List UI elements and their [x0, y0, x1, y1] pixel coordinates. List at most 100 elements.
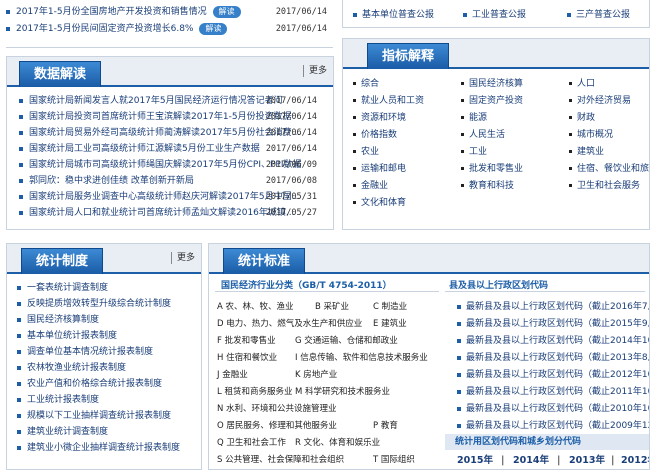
article-row[interactable]: 国家统计局人口和就业统计司首席统计师孟灿文解读2016年城镇... 2017/05… — [19, 205, 323, 221]
system-item[interactable]: 建筑业小微企业抽样调查统计报表制度 — [17, 440, 191, 456]
county-code-link[interactable]: 最新县及县以上行政区划代码（截止2011年10月31日） — [457, 386, 649, 398]
industry-code[interactable]: N 水利、环境和公共设施管理业 — [217, 403, 337, 415]
system-item[interactable]: 工业统计报表制度 — [17, 392, 191, 408]
more-link[interactable]: 更多 — [302, 65, 327, 77]
year-link[interactable]: 2015年 — [457, 452, 493, 469]
industry-code[interactable]: P 教育 — [373, 420, 398, 432]
industry-code[interactable]: B 采矿业 — [315, 301, 349, 313]
more-link[interactable]: 更多 — [170, 252, 195, 264]
county-code-link[interactable]: 最新县及县以上行政区划代码（截止2009年12月31日） — [457, 420, 649, 432]
article-row[interactable]: 郭同欣：稳中求进创佳绩 改革创新开新局 2017/06/08 — [19, 173, 323, 189]
article-row[interactable]: 国家统计局工业司高级统计师江源解读5月份工业生产数据 2017/06/14 — [19, 141, 323, 157]
bullet-icon — [461, 184, 464, 187]
industry-code[interactable]: J 金融业 — [217, 369, 248, 381]
bullet-icon — [17, 301, 21, 306]
indicator-link[interactable]: 教育和科技 — [461, 179, 571, 193]
system-item[interactable]: 农业产值和价格综合统计报表制度 — [17, 376, 191, 392]
industry-code[interactable]: A 农、林、牧、渔业 — [217, 301, 294, 313]
industry-code[interactable]: D 电力、热力、燃气及水生产和供应业 — [217, 318, 362, 330]
system-item[interactable]: 国民经济核算制度 — [17, 312, 191, 328]
indicator-link[interactable]: 对外经济贸易 — [569, 94, 649, 108]
interpret-badge[interactable]: 解读 — [199, 23, 228, 35]
industry-code[interactable]: K 房地产业 — [295, 369, 337, 381]
indicator-link[interactable]: 价格指数 — [353, 128, 463, 142]
indicator-link[interactable]: 工业 — [461, 145, 571, 159]
industry-code[interactable]: C 制造业 — [373, 301, 407, 313]
industry-code[interactable]: O 居民服务、修理和其他服务业 — [217, 420, 337, 432]
industry-code[interactable]: E 建筑业 — [373, 318, 407, 330]
indicator-link[interactable]: 文化和体育 — [353, 196, 463, 210]
census-link[interactable]: 基本单位普查公报 — [353, 8, 434, 22]
industry-code[interactable]: S 公共管理、社会保障和社会组织 — [217, 454, 344, 466]
system-item[interactable]: 规模以下工业抽样调查统计报表制度 — [17, 408, 191, 424]
bullet-icon — [569, 167, 572, 170]
county-code-link[interactable]: 最新县及县以上行政区划代码（截止2016年7月31日） — [457, 301, 649, 313]
indicator-link[interactable]: 建筑业 — [569, 145, 649, 159]
rural-code-header[interactable]: 统计用区划代码和城乡划分代码 — [445, 434, 649, 450]
industry-code[interactable]: H 住宿和餐饮业 — [217, 352, 277, 364]
indicator-link[interactable]: 运输和邮电 — [353, 162, 463, 176]
census-link[interactable]: 工业普查公报 — [463, 8, 526, 22]
county-code-link[interactable]: 最新县及县以上行政区划代码（截止2014年10月31日） — [457, 335, 649, 347]
interpret-badge[interactable]: 解读 — [212, 6, 241, 18]
county-code-link[interactable]: 最新县及县以上行政区划代码（截止2015年9月30日） — [457, 318, 649, 330]
indicator-link[interactable]: 批发和零售业 — [461, 162, 571, 176]
rural-code-title[interactable]: 统计用区划代码和城乡划分代码 — [455, 437, 581, 447]
bullet-icon — [353, 99, 356, 102]
county-code-link[interactable]: 最新县及县以上行政区划代码（截止2010年10月31日） — [457, 403, 649, 415]
bullet-icon — [353, 12, 357, 17]
article-row[interactable]: 国家统计局贸易外经司高级统计师蔺涛解读2017年5月份社会消费... 2017/0… — [19, 125, 323, 141]
indicator-link[interactable]: 卫生和社会服务 — [569, 179, 649, 193]
industry-code[interactable]: F 批发和零售业 — [217, 335, 276, 347]
article-row[interactable]: 国家统计局服务业调查中心高级统计师赵庆河解读2017年5月中国... 2017/0… — [19, 189, 323, 205]
year-link[interactable]: 2014年 — [513, 452, 549, 469]
bullet-icon — [569, 133, 572, 136]
indicator-link[interactable]: 国民经济核算 — [461, 77, 571, 91]
year-link[interactable]: 2013年 — [569, 452, 605, 469]
indicator-link[interactable]: 能源 — [461, 111, 571, 125]
indicator-link[interactable]: 城市概况 — [569, 128, 649, 142]
year-link[interactable]: 2012年 — [621, 452, 649, 469]
county-code-link[interactable]: 最新县及县以上行政区划代码（截止2013年8月31日） — [457, 352, 649, 364]
bullet-icon — [17, 429, 21, 434]
industry-code[interactable]: R 文化、体育和娱乐业 — [295, 437, 380, 449]
article-row[interactable]: 国家统计局新闻发言人就2017年5月国民经济运行情况答记者问 2017/06/14 — [19, 93, 323, 109]
indicator-link[interactable]: 金融业 — [353, 179, 463, 193]
bullet-icon — [353, 201, 356, 204]
bullet-icon — [457, 338, 461, 343]
indicator-link[interactable]: 住宿、餐饮业和旅游 — [569, 162, 649, 176]
indicator-link[interactable]: 农业 — [353, 145, 463, 159]
bullet-icon — [463, 12, 467, 17]
indicator-link[interactable]: 综合 — [353, 77, 463, 91]
article-row[interactable]: 国家统计局投资司首席统计师王宝滨解读2017年1-5月份投资数据 2017/06/… — [19, 109, 323, 125]
system-item[interactable]: 反映提质增效转型升级综合统计制度 — [17, 296, 191, 312]
bullet-icon — [569, 150, 572, 153]
news-row[interactable]: 2017年1-5月份民间固定资产投资增长6.8% 解读 2017/06/14 — [6, 21, 333, 37]
industry-code[interactable]: T 国际组织 — [373, 454, 415, 466]
county-code-title[interactable]: 县及县以上行政区划代码 — [449, 278, 548, 291]
system-item[interactable]: 建筑业统计调查制度 — [17, 424, 191, 440]
system-item[interactable]: 基本单位统计报表制度 — [17, 328, 191, 344]
indicator-link[interactable]: 人口 — [569, 77, 649, 91]
top-news-panel: 2017年1-5月份全国房地产开发投资和销售情况 解读 2017/06/14 20… — [0, 0, 333, 48]
indicator-link[interactable]: 固定资产投资 — [461, 94, 571, 108]
industry-code[interactable]: L 租赁和商务服务业 — [217, 386, 292, 398]
indicator-link[interactable]: 人民生活 — [461, 128, 571, 142]
system-item[interactable]: 调查单位基本情况统计报表制度 — [17, 344, 191, 360]
industry-code[interactable]: Q 卫生和社会工作 — [217, 437, 286, 449]
census-link[interactable]: 三产普查公报 — [567, 8, 630, 22]
industry-code[interactable]: G 交通运输、仓储和邮政业 — [295, 335, 398, 347]
indicator-link[interactable]: 就业人员和工资 — [353, 94, 463, 108]
news-row[interactable]: 2017年1-5月份全国房地产开发投资和销售情况 解读 2017/06/14 — [6, 4, 333, 20]
system-item[interactable]: 一套表统计调查制度 — [17, 280, 191, 296]
industry-code[interactable]: M 科学研究和技术服务业 — [295, 386, 390, 398]
classification-title[interactable]: 国民经济行业分类（GB/T 4754-2011） — [221, 278, 392, 291]
article-row[interactable]: 国家统计局城市司高级统计师绳国庆解读2017年5月份CPI、PPI数据 2017/… — [19, 157, 323, 173]
system-item[interactable]: 农林牧渔业统计报表制度 — [17, 360, 191, 376]
panel-header: 统计制度 更多 — [7, 244, 201, 274]
indicator-link[interactable]: 资源和环境 — [353, 111, 463, 125]
bullet-icon — [17, 349, 21, 354]
industry-code[interactable]: I 信息传输、软件和信息技术服务业 — [295, 352, 428, 364]
county-code-link[interactable]: 最新县及县以上行政区划代码（截止2012年10月31日） — [457, 369, 649, 381]
indicator-link[interactable]: 财政 — [569, 111, 649, 125]
